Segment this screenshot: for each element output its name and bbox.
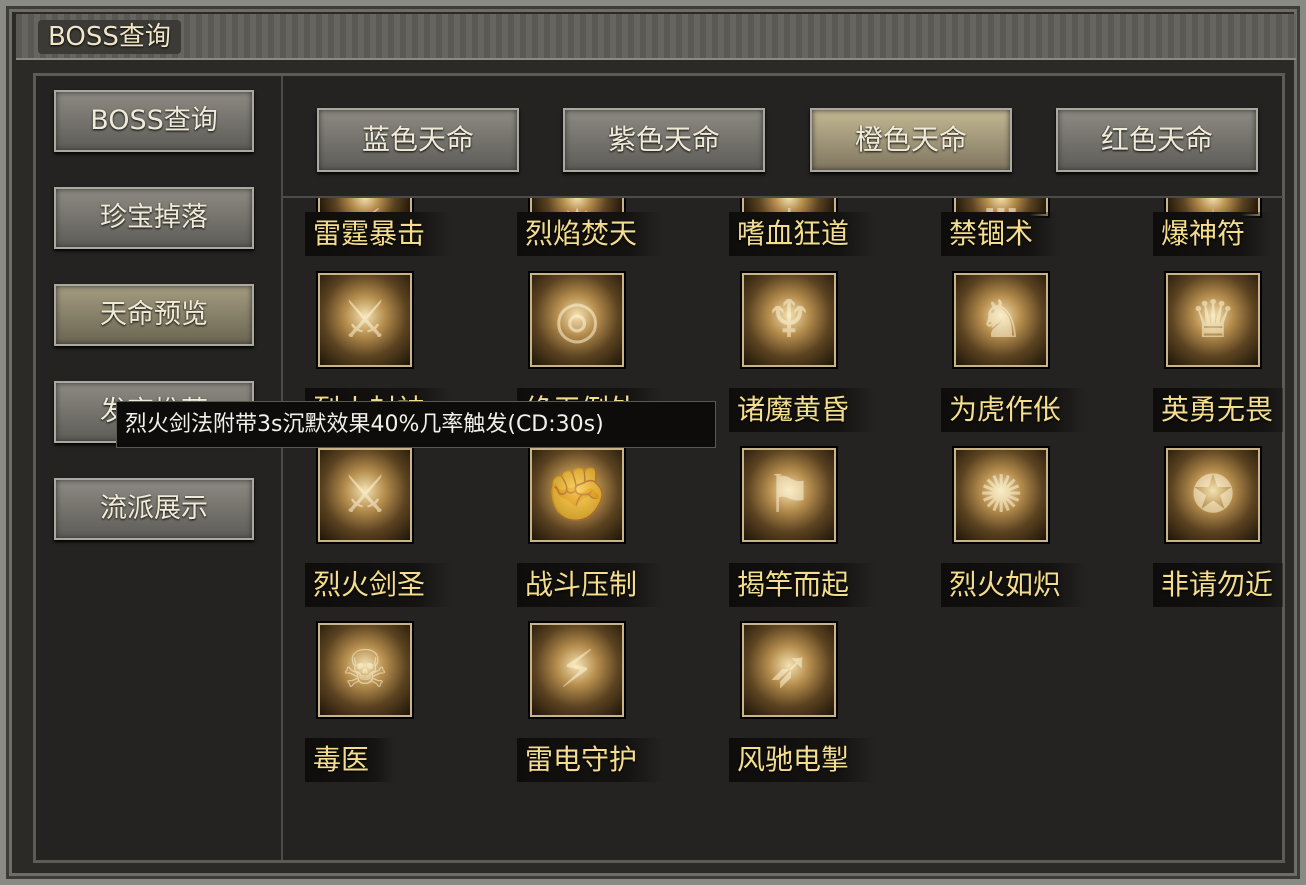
skill-name: 禁锢术: [941, 212, 1060, 256]
skill-item[interactable]: ♜禁锢术: [931, 198, 1111, 267]
sidebar-item-treasure-drop[interactable]: 珍宝掉落: [54, 187, 254, 249]
skill-name: 诸魔黄昏: [729, 388, 876, 432]
skill-item[interactable]: ♆ 诸魔黄昏: [719, 273, 899, 443]
thunder-guard-icon[interactable]: ⚡: [530, 623, 624, 717]
skill-name: 战斗压制: [517, 563, 664, 607]
sidebar-item-destiny-preview[interactable]: 天命预览: [54, 284, 254, 346]
skill-name: 雷电守护: [517, 738, 664, 782]
blazing-fire-icon[interactable]: ✺: [954, 448, 1048, 542]
tab-orange-destiny[interactable]: 橙色天命: [810, 108, 1012, 172]
skill-name: 雷霆暴击: [305, 212, 452, 256]
fearless-icon[interactable]: ♛: [1166, 273, 1260, 367]
tab-purple-destiny[interactable]: 紫色天命: [563, 108, 765, 172]
skill-item[interactable]: ♞ 为虎作伥: [931, 273, 1111, 443]
skill-tooltip: 烈火剑法附带3s沉默效果40%几率触发(CD:30s): [116, 401, 716, 448]
skill-name: 爆神符: [1153, 212, 1272, 256]
tab-blue-destiny[interactable]: 蓝色天命: [317, 108, 519, 172]
skill-item[interactable]: ⚡ 雷电守护: [507, 623, 687, 793]
skill-item[interactable]: ♛ 英勇无畏: [1143, 273, 1283, 443]
sidebar: BOSS查询 珍宝掉落 天命预览 发育推荐 流派展示: [36, 76, 283, 860]
skill-name: 烈火如炽: [941, 563, 1088, 607]
uprising-icon[interactable]: ⚑: [742, 448, 836, 542]
skill-name: 嗜血狂道: [729, 212, 876, 256]
skill-item[interactable]: ✪ 非请勿近: [1143, 448, 1283, 618]
skill-item[interactable]: ✦爆神符: [1143, 198, 1283, 267]
skill-name: 揭竿而起: [729, 563, 876, 607]
skill-name: 非请勿近: [1153, 563, 1283, 607]
destiny-tabs: 蓝色天命 紫色天命 橙色天命 红色天命: [283, 76, 1283, 198]
skill-item[interactable]: ✺ 烈火如炽: [931, 448, 1111, 618]
sidebar-item-faction-display[interactable]: 流派展示: [54, 478, 254, 540]
poison-doctor-icon[interactable]: ☠: [318, 623, 412, 717]
combat-suppression-icon[interactable]: ✊: [530, 448, 624, 542]
skill-name: 烈焰焚天: [517, 212, 664, 256]
skill-name: 烈火剑圣: [305, 563, 452, 607]
fire-seal-icon[interactable]: ⚔: [318, 273, 412, 367]
skill-item[interactable]: ☠ 毒医: [295, 623, 475, 793]
skill-item[interactable]: ☼嗜血狂道: [719, 198, 899, 267]
tab-red-destiny[interactable]: 红色天命: [1056, 108, 1258, 172]
skill-grid: ⚡雷霆暴击✹烈焰焚天☼嗜血狂道♜禁锢术✦爆神符⚔烈火封神◎绝无例外♆诸魔黄昏♞为…: [283, 198, 1283, 858]
skill-name: 英勇无畏: [1153, 388, 1283, 432]
content-panel: BOSS查询 珍宝掉落 天命预览 发育推荐 流派展示 蓝色天命 紫色天命 橙色天…: [33, 73, 1285, 863]
skill-item[interactable]: ⚑ 揭竿而起: [719, 448, 899, 618]
skill-item[interactable]: ➶ 风驰电掣: [719, 623, 899, 793]
skill-name: 风驰电掣: [729, 738, 876, 782]
sidebar-item-boss-query[interactable]: BOSS查询: [54, 90, 254, 152]
demon-twilight-icon[interactable]: ♆: [742, 273, 836, 367]
fire-sword-saint-icon[interactable]: ⚔: [318, 448, 412, 542]
title-bar: [16, 14, 1296, 60]
no-exception-icon[interactable]: ◎: [530, 273, 624, 367]
skill-name: 毒医: [305, 738, 396, 782]
main-area: 蓝色天命 紫色天命 橙色天命 红色天命 ⚡雷霆暴击✹烈焰焚天☼嗜血狂道♜禁锢术✦…: [283, 76, 1283, 860]
keep-away-icon[interactable]: ✪: [1166, 448, 1260, 542]
tiger-accomplice-icon[interactable]: ♞: [954, 273, 1048, 367]
window-title: BOSS查询: [38, 20, 181, 54]
skill-item[interactable]: ✊ 战斗压制: [507, 448, 687, 618]
skill-item[interactable]: ⚔ 烈火剑圣: [295, 448, 475, 618]
boss-query-window: BOSS查询 BOSS查询 珍宝掉落 天命预览 发育推荐 流派展示 蓝色天命 紫…: [0, 0, 1306, 885]
skill-item[interactable]: ⚡雷霆暴击: [295, 198, 475, 267]
skill-item[interactable]: ✹烈焰焚天: [507, 198, 687, 267]
skill-name: 为虎作伥: [941, 388, 1088, 432]
wind-lightning-icon[interactable]: ➶: [742, 623, 836, 717]
